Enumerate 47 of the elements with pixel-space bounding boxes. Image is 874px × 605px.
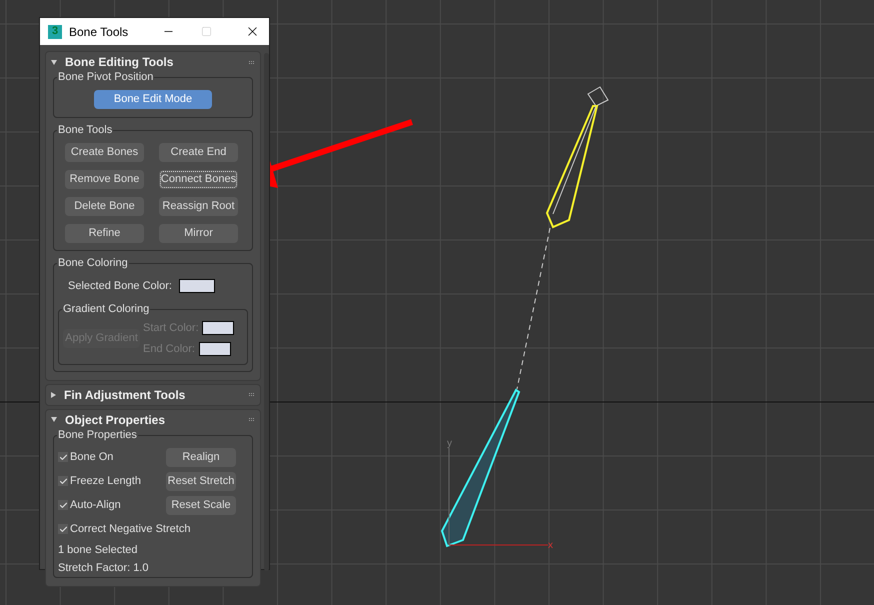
tool-button[interactable]: Connect Bones <box>159 170 238 189</box>
tool-button[interactable]: Reset Stretch <box>166 472 236 490</box>
tool-button[interactable]: Remove Bone <box>65 170 144 189</box>
expand-icon <box>51 417 57 422</box>
rollout-header[interactable]: Fin Adjustment Tools <box>46 384 260 404</box>
checkbox[interactable] <box>58 500 68 510</box>
check-icon <box>58 452 68 462</box>
scrollbar[interactable] <box>264 53 269 571</box>
tool-button[interactable]: Create End <box>159 143 238 162</box>
rollout-title: Bone Editing Tools <box>65 54 174 71</box>
check-icon <box>58 524 68 534</box>
rollout-title: Fin Adjustment Tools <box>64 386 186 404</box>
axis-label: y <box>447 438 452 449</box>
app-icon: 3 <box>48 24 62 38</box>
rollout-header[interactable]: Bone Editing Tools <box>46 52 260 72</box>
axis-label: x <box>548 540 553 551</box>
color-swatch[interactable] <box>202 320 234 335</box>
checkbox[interactable] <box>58 452 68 462</box>
checkbox[interactable] <box>58 476 68 486</box>
group-title: Bone Coloring <box>57 256 129 270</box>
tool-button[interactable]: Refine <box>65 224 144 243</box>
checkbox-label: Auto-Align <box>70 498 121 513</box>
tool-button[interactable]: Reset Scale <box>166 496 236 514</box>
info-text: 1 bone Selected <box>58 544 139 556</box>
tool-button[interactable]: Mirror <box>159 224 238 243</box>
color-swatch[interactable] <box>198 342 231 356</box>
tool-button[interactable]: Realign <box>166 448 236 466</box>
expand-icon <box>51 392 56 398</box>
rollout-title: Object Properties <box>65 412 166 428</box>
color-swatch[interactable] <box>178 279 215 294</box>
tool-button[interactable]: Bone Edit Mode <box>94 90 212 109</box>
window-title: Bone Tools <box>69 24 128 40</box>
checkbox-label: Correct Negative Stretch <box>70 522 190 537</box>
check-icon <box>58 476 68 486</box>
tool-button[interactable]: Create Bones <box>65 143 144 162</box>
group-title: Gradient Coloring <box>62 302 150 316</box>
info-text: Stretch Factor: 1.0 <box>58 562 150 574</box>
checkbox-label: Freeze Length <box>70 474 141 489</box>
group-title: Bone Properties <box>57 428 138 442</box>
checkbox-label: Bone On <box>70 450 114 465</box>
swatch-label: Selected Bone Color: <box>68 279 172 294</box>
tool-button[interactable]: Delete Bone <box>65 197 144 216</box>
expand-icon <box>51 60 57 64</box>
rollout-header[interactable]: Object Properties <box>46 410 260 430</box>
checkbox[interactable] <box>58 524 68 534</box>
check-icon <box>58 500 68 510</box>
tool-button[interactable]: Reassign Root <box>159 197 238 216</box>
